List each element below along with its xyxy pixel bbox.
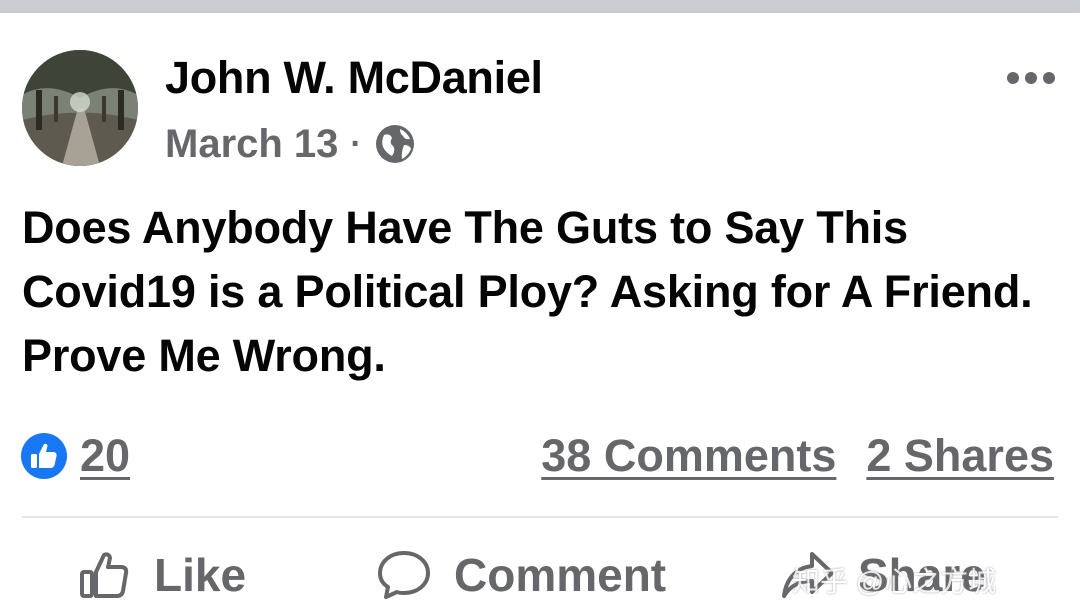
watermark: 知乎 @心之方城 [792, 566, 997, 597]
post-meta: March 13 · [165, 120, 416, 168]
thumbs-up-icon [78, 548, 132, 602]
shares-count-link[interactable]: 2 Shares [866, 430, 1054, 482]
like-label: Like [154, 549, 247, 601]
more-horizontal-icon[interactable] [1004, 66, 1058, 90]
comments-count-link[interactable]: 38 Comments [541, 430, 836, 482]
post-text: Does Anybody Have The Guts to Say This C… [22, 202, 1033, 381]
like-reaction-icon [20, 432, 68, 480]
speech-bubble-icon [376, 548, 432, 602]
reaction-count[interactable]: 20 [80, 430, 130, 482]
globe-icon[interactable] [374, 123, 416, 165]
divider [22, 516, 1058, 518]
avatar[interactable] [22, 50, 138, 166]
top-strip [0, 0, 1080, 13]
meta-separator: · [350, 124, 362, 163]
comment-button[interactable]: Comment [376, 540, 666, 610]
author-name[interactable]: John W. McDaniel [165, 52, 543, 104]
like-button[interactable]: Like [78, 540, 246, 610]
reactions-summary[interactable]: 20 [20, 428, 130, 484]
comment-label: Comment [454, 549, 667, 601]
post-date[interactable]: March 13 [165, 122, 338, 167]
post-stats: 38 Comments 2 Shares [541, 428, 1054, 484]
